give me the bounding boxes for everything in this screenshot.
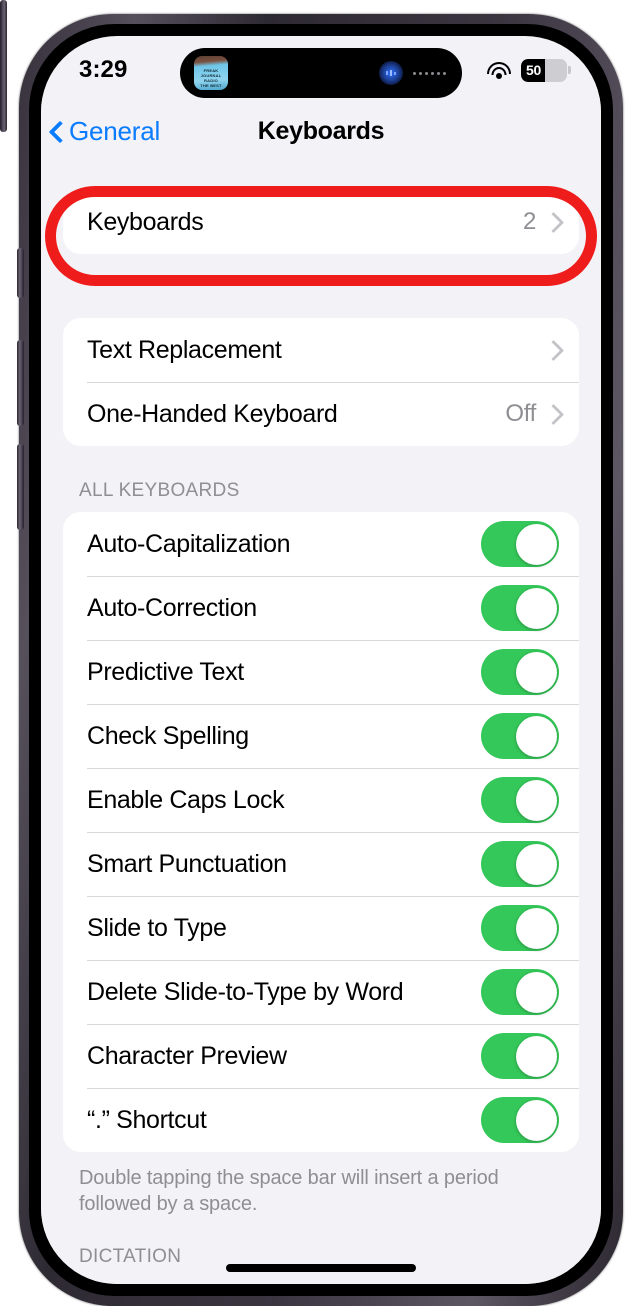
toggle-auto-capitalization[interactable] xyxy=(481,521,559,567)
toggle-auto-correction[interactable] xyxy=(481,585,559,631)
row-label: Delete Slide-to-Type by Word xyxy=(87,977,404,1006)
row-auto-correction[interactable]: Auto-Correction xyxy=(63,576,579,640)
row-predictive-text[interactable]: Predictive Text xyxy=(63,640,579,704)
power-button[interactable] xyxy=(0,0,7,132)
phone-screen: FREAK JOURNAL RADIO THE BEST 3:29 50 Gen… xyxy=(41,36,601,1284)
chevron-right-icon xyxy=(546,211,559,233)
keyboards-row-label: Keyboards xyxy=(87,207,204,236)
battery-percent-label: 50 xyxy=(526,62,541,78)
battery-cap-icon xyxy=(568,66,571,74)
home-indicator[interactable] xyxy=(226,1264,416,1272)
chevron-left-icon xyxy=(47,122,65,140)
artwork-line-4: THE BEST xyxy=(200,83,222,88)
toggle-period-shortcut[interactable] xyxy=(481,1097,559,1143)
row-period-shortcut[interactable]: “.” Shortcut xyxy=(63,1088,579,1152)
row-smart-punctuation[interactable]: Smart Punctuation xyxy=(63,832,579,896)
volume-down-button[interactable] xyxy=(17,444,24,530)
row-character-preview[interactable]: Character Preview xyxy=(63,1024,579,1088)
row-label: Smart Punctuation xyxy=(87,849,287,878)
all-keyboards-card: Auto-Capitalization Auto-Correction Pred… xyxy=(63,512,579,1152)
one-handed-keyboard-row[interactable]: One-Handed Keyboard Off xyxy=(63,382,579,446)
back-button-label: General xyxy=(69,115,161,146)
row-label: Enable Caps Lock xyxy=(87,785,285,814)
toggle-check-spelling[interactable] xyxy=(481,713,559,759)
toggle-enable-caps-lock[interactable] xyxy=(481,777,559,823)
battery-indicator: 50 xyxy=(521,58,571,82)
row-auto-capitalization[interactable]: Auto-Capitalization xyxy=(63,512,579,576)
row-label: Auto-Correction xyxy=(87,593,257,622)
text-replacement-row[interactable]: Text Replacement xyxy=(63,318,579,382)
toggle-delete-slide-to-type-by-word[interactable] xyxy=(481,969,559,1015)
toggle-smart-punctuation[interactable] xyxy=(481,841,559,887)
dictation-section-header: DICTATION xyxy=(79,1245,182,1267)
chevron-right-icon xyxy=(546,403,559,425)
live-activity-artwork: FREAK JOURNAL RADIO THE BEST xyxy=(194,56,228,90)
row-label: Character Preview xyxy=(87,1041,287,1070)
row-enable-caps-lock[interactable]: Enable Caps Lock xyxy=(63,768,579,832)
row-slide-to-type[interactable]: Slide to Type xyxy=(63,896,579,960)
all-keyboards-section-header: ALL KEYBOARDS xyxy=(79,480,240,501)
row-check-spelling[interactable]: Check Spelling xyxy=(63,704,579,768)
keyboards-row[interactable]: Keyboards 2 xyxy=(63,190,579,254)
volume-up-button[interactable] xyxy=(17,340,24,426)
one-handed-keyboard-value: Off xyxy=(505,400,536,427)
row-label: Auto-Capitalization xyxy=(87,529,291,558)
back-button-general[interactable]: General xyxy=(47,116,160,147)
status-indicators: 50 xyxy=(486,58,571,82)
row-delete-slide-to-type-by-word[interactable]: Delete Slide-to-Type by Word xyxy=(63,960,579,1024)
row-label: Slide to Type xyxy=(87,913,227,942)
keyboards-group-card: Keyboards 2 xyxy=(63,190,579,254)
settings-scroll-area[interactable]: Keyboards 2 Text Replacement One-Handed … xyxy=(41,164,601,1284)
audio-waveform-dots-icon xyxy=(413,71,446,75)
navigation-bar: General Keyboards xyxy=(41,98,601,164)
row-label: Predictive Text xyxy=(87,657,244,686)
wifi-icon xyxy=(486,61,512,80)
chevron-right-icon xyxy=(546,339,559,361)
one-handed-keyboard-label: One-Handed Keyboard xyxy=(87,399,338,428)
text-replacement-label: Text Replacement xyxy=(87,335,282,364)
dynamic-island[interactable]: FREAK JOURNAL RADIO THE BEST xyxy=(180,48,462,98)
action-button[interactable] xyxy=(17,248,24,298)
toggle-slide-to-type[interactable] xyxy=(481,905,559,951)
text-group-card: Text Replacement One-Handed Keyboard Off xyxy=(63,318,579,446)
status-time: 3:29 xyxy=(79,56,128,83)
row-label: Check Spelling xyxy=(87,721,249,750)
all-keyboards-section-footer: Double tapping the space bar will insert… xyxy=(79,1167,499,1216)
keyboards-row-value: 2 xyxy=(522,208,536,235)
toggle-predictive-text[interactable] xyxy=(481,649,559,695)
siri-orb-icon xyxy=(379,61,403,85)
row-label: “.” Shortcut xyxy=(87,1105,207,1134)
toggle-character-preview[interactable] xyxy=(481,1033,559,1079)
